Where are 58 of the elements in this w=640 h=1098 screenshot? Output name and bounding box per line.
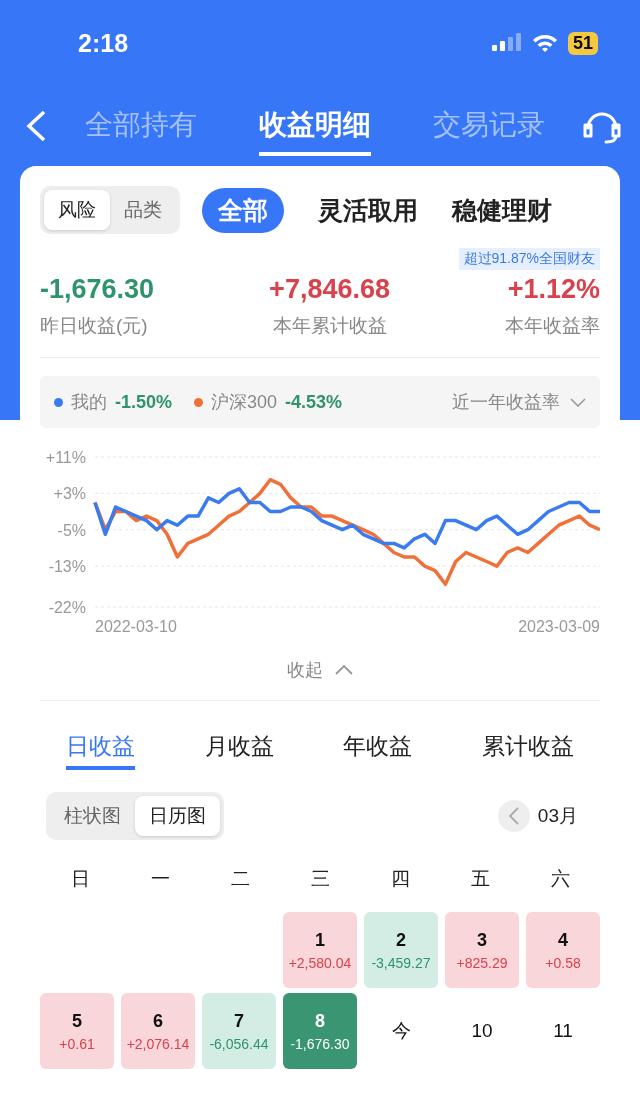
month-label: 03月 <box>537 804 578 828</box>
date-label: 2023-03-09 <box>518 618 600 635</box>
nav-tab[interactable]: 收益明细 <box>259 96 371 156</box>
date-label: 2022-03-10 <box>95 618 177 635</box>
calendar-day[interactable]: 10 <box>445 993 519 1069</box>
period-tab[interactable]: 日收益 <box>66 727 135 770</box>
wifi-icon <box>531 33 558 53</box>
calendar-day[interactable]: 8 -1,676.30 <box>283 993 357 1069</box>
segment-option[interactable]: 品类 <box>110 190 176 230</box>
period-tab[interactable]: 月收益 <box>204 727 274 770</box>
back-icon[interactable] <box>24 109 48 143</box>
calendar-day[interactable]: 3 +825.29 <box>445 912 519 988</box>
calendar-day[interactable]: 5 +0.61 <box>40 993 114 1069</box>
collapse-button[interactable]: 收起 <box>283 654 357 686</box>
calendar-day[interactable]: 今 <box>364 993 438 1069</box>
category-tab[interactable]: 灵活取用 <box>318 187 418 233</box>
stat-label: 昨日收益(元) <box>40 314 149 338</box>
calendar-day[interactable]: 2 -3,459.27 <box>364 912 438 988</box>
weekday-label: 四 <box>389 867 411 891</box>
y-axis-label: -13% <box>48 558 86 576</box>
calendar-day[interactable]: 4 +0.58 <box>526 912 600 988</box>
stat-value: +7,846.68 <box>269 274 390 305</box>
status-time: 2:18 <box>78 28 130 58</box>
period-tab[interactable]: 累计收益 <box>481 727 574 770</box>
y-axis-label: -5% <box>57 521 86 539</box>
segment-option[interactable]: 柱状图 <box>50 796 135 836</box>
calendar-day[interactable]: 11 <box>526 993 600 1069</box>
stat-value: +1.12% <box>507 274 600 305</box>
period-tab[interactable]: 年收益 <box>343 727 413 770</box>
legend-value: -1.50% <box>115 391 173 413</box>
weekday-label: 五 <box>469 867 491 891</box>
weekday-label: 二 <box>229 867 251 891</box>
rank-badge: 超过91.87%全国财友 <box>458 248 600 270</box>
y-axis-label: +11% <box>45 449 86 466</box>
category-tab[interactable]: 全部 <box>202 187 284 233</box>
calendar-day[interactable]: 7 -6,056.44 <box>202 993 276 1069</box>
legend-value: -4.53% <box>285 391 343 413</box>
category-tab[interactable]: 稳健理财 <box>452 187 552 233</box>
stat-label: 本年累计收益 <box>272 314 387 338</box>
chevron-left-icon <box>508 807 519 825</box>
legend-label: 沪深300 <box>211 391 278 414</box>
y-axis-label: -22% <box>48 599 86 616</box>
weekday-label: 日 <box>69 867 91 891</box>
stat-value: -1,676.30 <box>40 274 155 305</box>
stat-label: 本年收益率 <box>505 314 600 338</box>
chevron-up-icon <box>335 665 353 675</box>
weekday-label: 一 <box>149 867 171 891</box>
battery-indicator: 51 <box>567 31 598 55</box>
y-axis-label: +3% <box>53 485 86 503</box>
calendar-day[interactable]: 6 +2,076.14 <box>121 993 195 1069</box>
weekday-label: 六 <box>549 867 571 891</box>
legend-label: 我的 <box>71 391 107 414</box>
segment-option[interactable]: 日历图 <box>135 796 220 836</box>
chevron-down-icon <box>570 397 586 407</box>
calendar-day[interactable]: 1 +2,580.04 <box>283 912 357 988</box>
segment-option[interactable]: 风险 <box>44 190 110 230</box>
weekday-label: 三 <box>309 867 331 891</box>
signal-icon <box>491 33 522 53</box>
